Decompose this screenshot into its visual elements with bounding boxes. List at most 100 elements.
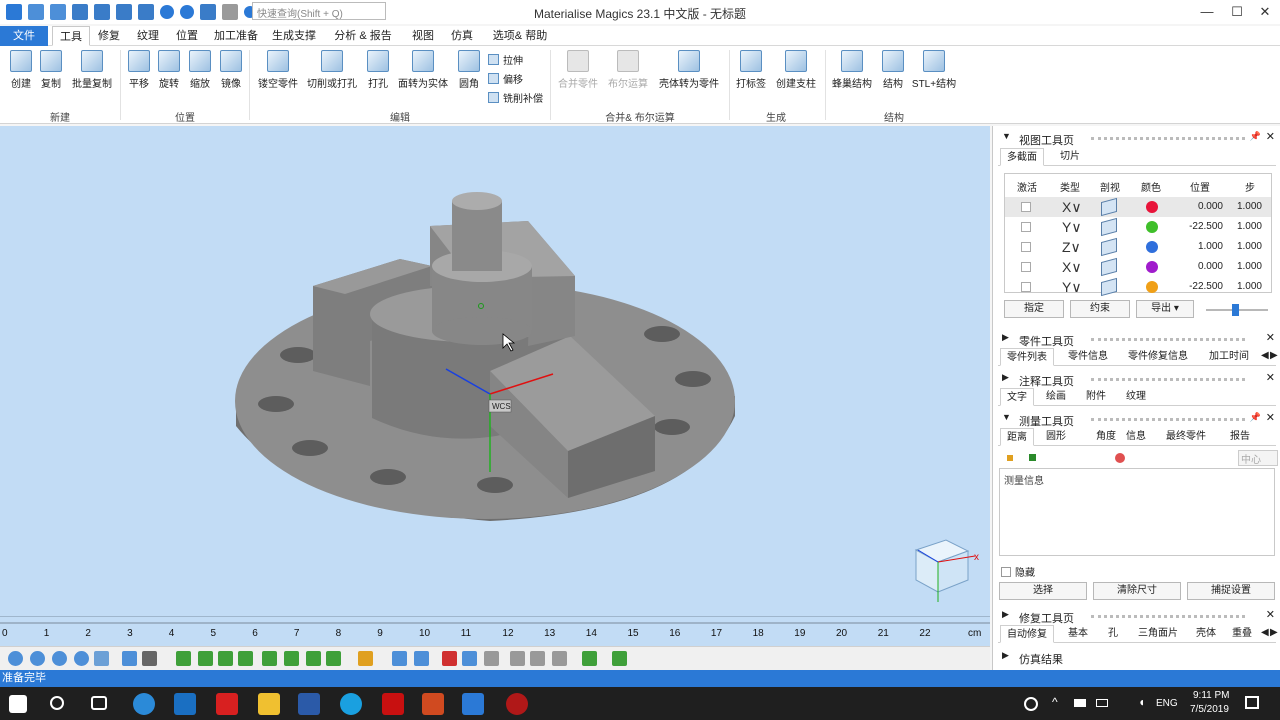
tab-build-prep[interactable]: 加工准备 (212, 26, 260, 46)
mark-shell-icon[interactable] (612, 651, 627, 666)
mirror-button[interactable]: 镜像 (218, 50, 244, 90)
hide-checkbox-box[interactable] (1001, 567, 1011, 577)
point-icon[interactable] (1007, 455, 1013, 461)
tab-distance[interactable]: 距离 (1000, 428, 1034, 446)
collapse-arrow-icon[interactable]: ▶ (1002, 650, 1009, 661)
word-icon[interactable] (298, 693, 320, 715)
windows-start-icon[interactable] (9, 695, 27, 713)
outlook-icon[interactable] (174, 693, 196, 715)
annotation-panel-header[interactable]: ▶ 注释工具页 ✕ (993, 371, 1280, 388)
tab-overlap[interactable]: 重叠 (1226, 625, 1260, 643)
orientation-cube-icon[interactable]: x (914, 539, 979, 602)
close-icon[interactable]: ✕ (1266, 411, 1275, 424)
select-shell-icon[interactable] (238, 651, 253, 666)
magics-icon[interactable] (462, 693, 484, 715)
tab-text[interactable]: 文字 (1000, 388, 1034, 406)
snap-settings-button[interactable]: 捕捉设置 (1187, 582, 1275, 600)
scale-button[interactable]: 缩放 (187, 50, 213, 90)
offset-button[interactable]: 偏移 (488, 71, 523, 86)
export-dropdown[interactable]: 导出 ▾ (1136, 300, 1194, 318)
powerpoint-icon[interactable] (422, 693, 444, 715)
tab-next-icon[interactable]: ▶ (1270, 627, 1278, 638)
type-dropdown[interactable]: X∨ (1062, 259, 1082, 276)
render-mode-icon[interactable] (122, 651, 137, 666)
tab-circle[interactable]: 圆形 (1040, 428, 1072, 446)
recorder-icon[interactable] (506, 693, 528, 715)
close-icon[interactable]: ✕ (1266, 130, 1275, 143)
type-dropdown[interactable]: Y∨ (1062, 279, 1082, 296)
select-lasso-icon[interactable] (284, 651, 299, 666)
tab-tools[interactable]: 工具 (52, 26, 90, 46)
step-value[interactable]: 1.000 (1230, 281, 1262, 292)
new-file-icon[interactable] (28, 4, 44, 20)
volume-icon[interactable]: ◖ (1138, 695, 1145, 709)
extrude-button[interactable]: 拉伸 (488, 52, 523, 67)
section-view-icon[interactable] (1101, 277, 1117, 297)
tab-final-part[interactable]: 最终零件 (1160, 428, 1212, 446)
active-checkbox[interactable] (1021, 202, 1031, 212)
sim-panel-header[interactable]: ▶ 仿真结果 (993, 649, 1280, 666)
step-value[interactable]: 1.000 (1230, 241, 1262, 252)
part-model[interactable]: WCS x (0, 126, 990, 616)
select-plane-icon[interactable] (198, 651, 213, 666)
edge-browser-icon[interactable] (133, 693, 155, 715)
notifications-icon[interactable] (1245, 696, 1259, 709)
color-swatch[interactable] (1146, 241, 1158, 253)
select-box-icon[interactable] (262, 651, 277, 666)
color-swatch[interactable] (1146, 281, 1158, 293)
position-value[interactable]: 0.000 (1175, 201, 1223, 212)
step-value[interactable]: 1.000 (1230, 261, 1262, 272)
tab-support[interactable]: 生成支撑 (270, 26, 318, 46)
snap-point-icon[interactable] (1029, 454, 1036, 461)
select-polyline-icon[interactable] (326, 651, 341, 666)
tab-holes[interactable]: 孔 (1102, 625, 1124, 643)
unselect-plane-icon[interactable] (462, 651, 477, 666)
select-triangle-icon[interactable] (176, 651, 191, 666)
select-brush-icon[interactable] (306, 651, 321, 666)
active-checkbox[interactable] (1021, 242, 1031, 252)
section-view-icon[interactable] (1101, 257, 1117, 277)
acrobat-icon[interactable] (382, 693, 404, 715)
create-pillar-button[interactable]: 创建支柱 (774, 50, 818, 90)
tab-texture[interactable]: 纹理 (133, 26, 163, 46)
close-icon[interactable]: ✕ (1266, 608, 1275, 621)
clock-date[interactable]: 7/5/2019 (1190, 704, 1229, 715)
structure-button[interactable]: 结构 (880, 50, 906, 90)
tab-texture-annot[interactable]: 纹理 (1120, 388, 1152, 406)
skype-icon[interactable] (340, 693, 362, 715)
save-all-icon[interactable] (94, 4, 110, 20)
tab-next-icon[interactable]: ▶ (1270, 350, 1278, 361)
section-row[interactable]: X∨ 0.000 1.000 (1005, 257, 1271, 277)
tab-angle[interactable]: 角度 (1090, 428, 1122, 446)
close-button[interactable]: ✕ (1250, 2, 1280, 22)
tab-part-fix-info[interactable]: 零件修复信息 (1122, 348, 1194, 366)
network-icon[interactable] (1074, 699, 1086, 707)
color-swatch[interactable] (1146, 201, 1158, 213)
measure-tool-icon[interactable] (1115, 453, 1125, 463)
section-row[interactable]: Y∨ -22.500 1.000 (1005, 217, 1271, 237)
tab-basic[interactable]: 基本 (1062, 625, 1094, 643)
section-view-icon[interactable] (1101, 217, 1117, 237)
redo-icon[interactable] (180, 5, 194, 19)
clear-selection-icon[interactable] (552, 651, 567, 666)
boolean-button[interactable]: 布尔运算 (606, 50, 650, 90)
type-dropdown[interactable]: Y∨ (1062, 219, 1082, 236)
center-dropdown[interactable]: 中心 (1238, 450, 1278, 466)
input-language[interactable]: ENG (1156, 698, 1178, 709)
tab-simulation[interactable]: 仿真 (447, 26, 477, 46)
unselect-shell-icon[interactable] (510, 651, 525, 666)
settings-icon[interactable] (222, 4, 238, 20)
merge-parts-button[interactable]: 合并零件 (556, 50, 600, 90)
stl-structure-button[interactable]: STL+结构 (910, 50, 958, 90)
position-value[interactable]: 1.000 (1175, 241, 1223, 252)
slider-thumb[interactable] (1232, 304, 1239, 316)
save-icon[interactable] (72, 4, 88, 20)
maximize-button[interactable]: ☐ (1222, 2, 1252, 22)
batch-copy-button[interactable]: 批量复制 (70, 50, 114, 90)
select-button[interactable]: 选择 (999, 582, 1087, 600)
close-icon[interactable]: ✕ (1266, 371, 1275, 384)
tab-file[interactable]: 文件 (0, 26, 48, 46)
grow-selection-icon[interactable] (358, 651, 373, 666)
step-value[interactable]: 1.000 (1230, 201, 1262, 212)
section-row[interactable]: Z∨ 1.000 1.000 (1005, 237, 1271, 257)
